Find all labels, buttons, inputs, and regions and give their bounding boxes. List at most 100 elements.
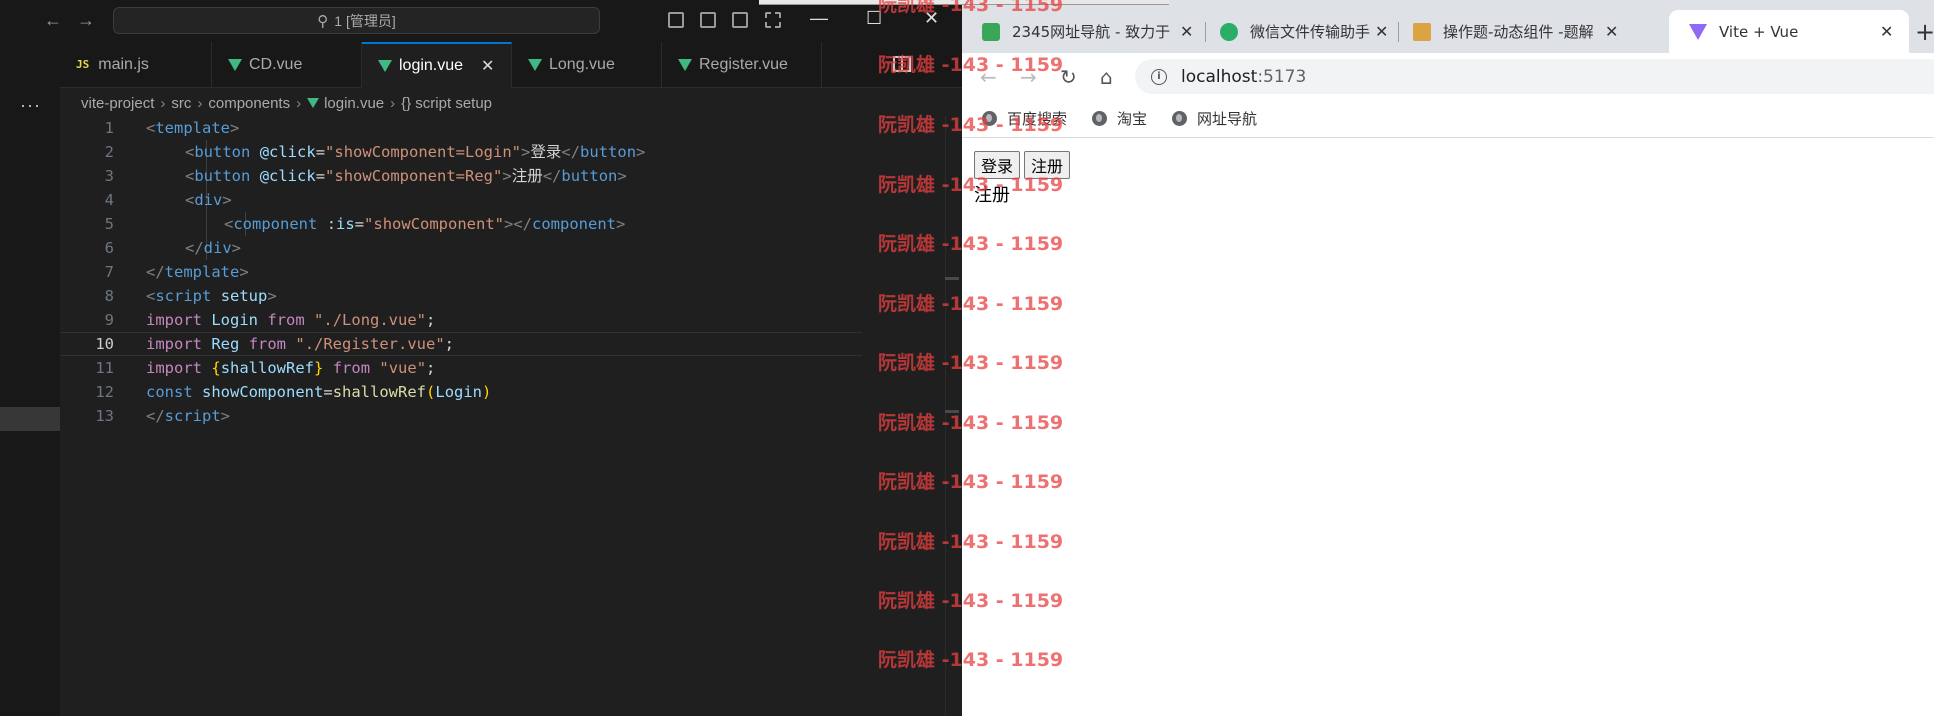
info-icon[interactable]: i xyxy=(1151,68,1167,85)
breadcrumb-item[interactable]: src xyxy=(171,95,191,112)
close-tab-icon[interactable]: ✕ xyxy=(481,56,494,76)
watermark-text: 阮凯雄 -143 - 1159 xyxy=(878,174,1064,196)
back-arrow-icon[interactable]: ← xyxy=(44,10,62,31)
chevron-right-icon: › xyxy=(197,94,203,112)
tab-login-vue[interactable]: login.vue ✕ xyxy=(362,42,512,88)
line-number: 7 xyxy=(104,263,114,281)
breadcrumb-item[interactable]: components xyxy=(208,95,290,112)
minimize-icon[interactable]: — xyxy=(810,8,828,29)
watermark-text: 阮凯雄 -143 - 1159 xyxy=(878,233,1064,255)
code-text: <div> xyxy=(185,191,232,209)
code-line[interactable]: 11 import {shallowRef} from "vue"; xyxy=(60,356,862,380)
home-icon[interactable]: ⌂ xyxy=(1100,65,1113,89)
command-center-label: 1 [管理员] xyxy=(334,12,396,29)
code-text: import {shallowRef} from "vue"; xyxy=(146,359,436,377)
line-number: 1 xyxy=(104,119,114,137)
tab-separator xyxy=(1398,22,1399,42)
command-center[interactable]: ⚲ 1 [管理员] xyxy=(113,7,600,34)
line-number: 5 xyxy=(104,215,114,233)
watermark-text: 阮凯雄 -143 - 1159 xyxy=(878,412,1064,434)
tab-main-js[interactable]: JS main.js xyxy=(60,42,212,87)
breadcrumb-item[interactable]: vite-project xyxy=(81,95,154,112)
close-tab-icon[interactable]: ✕ xyxy=(1180,22,1193,41)
tab-register-vue[interactable]: Register.vue xyxy=(662,42,822,87)
line-number: 8 xyxy=(104,287,114,305)
line-number: 11 xyxy=(95,359,114,377)
browser-tab-bar: 2345网址导航 - 致力于 ✕ 微信文件传输助手网页 ✕ 操作题-动态组件 -… xyxy=(962,0,1934,53)
browser-tab-label: 2345网址导航 - 致力于 xyxy=(1012,23,1171,41)
tab-label: login.vue xyxy=(399,57,464,74)
code-text: <component :is="showComponent"></compone… xyxy=(224,215,626,233)
code-text: <button @click="showComponent=Reg">注册</b… xyxy=(185,167,627,185)
title-bar: ← → ⚲ 1 [管理员] — ☐ ✕ xyxy=(0,0,962,42)
chevron-right-icon: › xyxy=(160,94,166,112)
code-line[interactable]: 3 <button @click="showComponent=Reg">注册</… xyxy=(60,164,862,188)
more-actions-icon[interactable]: ··· xyxy=(20,95,41,116)
line-number: 6 xyxy=(104,239,114,257)
watermark-text: 阮凯雄 -143 - 1159 xyxy=(878,590,1064,612)
new-tab-icon[interactable]: + xyxy=(1915,18,1934,46)
code-text: const showComponent=shallowRef(Login) xyxy=(146,383,492,401)
image-icon xyxy=(1413,22,1431,41)
code-line[interactable]: 7 </template> xyxy=(60,260,862,284)
code-line[interactable]: 6 </div> xyxy=(60,236,862,260)
line-number: 2 xyxy=(104,143,114,161)
tab-long-vue[interactable]: Long.vue xyxy=(512,42,662,87)
forward-arrow-icon[interactable]: → xyxy=(77,10,95,31)
vue-icon xyxy=(378,60,392,72)
vue-icon xyxy=(528,58,542,71)
vite-icon xyxy=(1689,23,1707,40)
line-number: 9 xyxy=(104,311,114,329)
toggle-secondary-sidebar-icon[interactable] xyxy=(732,12,748,28)
code-editor[interactable]: 1 <template> 2 <button @click="showComponen… xyxy=(60,116,962,716)
code-text: import Reg from "./Register.vue"; xyxy=(146,335,455,353)
customize-layout-icon[interactable] xyxy=(765,12,781,28)
code-text: <template> xyxy=(146,119,240,137)
watermark-text: 阮凯雄 -143 - 1159 xyxy=(878,54,1064,76)
bookmark-taobao[interactable]: 淘宝 xyxy=(1092,108,1147,129)
breadcrumb-item[interactable]: {} script setup xyxy=(401,95,492,112)
watermark-text: 阮凯雄 -143 - 1159 xyxy=(878,0,1064,16)
code-line[interactable]: 10 import Reg from "./Register.vue"; xyxy=(60,332,862,356)
watermark-text: 阮凯雄 -143 - 1159 xyxy=(878,352,1064,374)
address-toolbar: ← → ↻ ⌂ i localhost:5173 xyxy=(962,53,1934,100)
code-line[interactable]: 9 import Login from "./Long.vue"; xyxy=(60,308,862,332)
code-line[interactable]: 1 <template> xyxy=(60,116,862,140)
code-line[interactable]: 12 const showComponent=shallowRef(Login) xyxy=(60,380,862,404)
toggle-panel-icon[interactable] xyxy=(700,12,716,28)
watermark-text: 阮凯雄 -143 - 1159 xyxy=(878,114,1064,136)
code-text: import Login from "./Long.vue"; xyxy=(146,311,436,329)
bookmark-label: 网址导航 xyxy=(1197,110,1258,128)
close-tab-icon[interactable]: ✕ xyxy=(1605,22,1618,41)
2345-icon xyxy=(982,22,1000,41)
line-number: 13 xyxy=(95,407,114,425)
globe-icon xyxy=(1092,111,1107,126)
browser-tab-vite[interactable]: Vite + Vue xyxy=(1669,10,1909,53)
address-bar[interactable]: i localhost:5173 xyxy=(1135,59,1934,94)
tab-label: main.js xyxy=(98,55,149,73)
code-line[interactable]: 13 </script> xyxy=(60,404,862,428)
code-text: <button @click="showComponent=Login">登录<… xyxy=(185,143,646,161)
breadcrumb-item[interactable]: login.vue xyxy=(324,95,384,112)
vue-icon xyxy=(307,98,320,108)
wechat-icon xyxy=(1220,22,1238,41)
code-text: </template> xyxy=(146,263,249,281)
globe-icon xyxy=(1172,111,1187,126)
code-text: </script> xyxy=(146,407,231,425)
toggle-sidebar-icon[interactable] xyxy=(668,12,684,28)
close-tab-icon[interactable]: ✕ xyxy=(1880,22,1893,41)
tab-cd-vue[interactable]: CD.vue xyxy=(212,42,362,87)
activity-bar: ··· xyxy=(0,42,60,716)
close-tab-icon[interactable]: ✕ xyxy=(1375,22,1388,41)
code-line[interactable]: 4 <div> xyxy=(60,188,862,212)
browser-tab-exercise[interactable]: 操作题-动态组件 -题解 xyxy=(1413,10,1603,53)
javascript-icon: JS xyxy=(76,58,90,71)
code-line[interactable]: 5 <component :is="showComponent"></compon… xyxy=(60,212,862,236)
watermark-text: 阮凯雄 -143 - 1159 xyxy=(878,531,1064,553)
tab-separator xyxy=(1205,22,1206,42)
line-number: 12 xyxy=(95,383,114,401)
browser-tab-wechat[interactable]: 微信文件传输助手网页 xyxy=(1220,10,1370,53)
bookmark-nav[interactable]: 网址导航 xyxy=(1172,108,1257,129)
code-line[interactable]: 8 <script setup> xyxy=(60,284,862,308)
code-line[interactable]: 2 <button @click="showComponent=Login">登录… xyxy=(60,140,862,164)
